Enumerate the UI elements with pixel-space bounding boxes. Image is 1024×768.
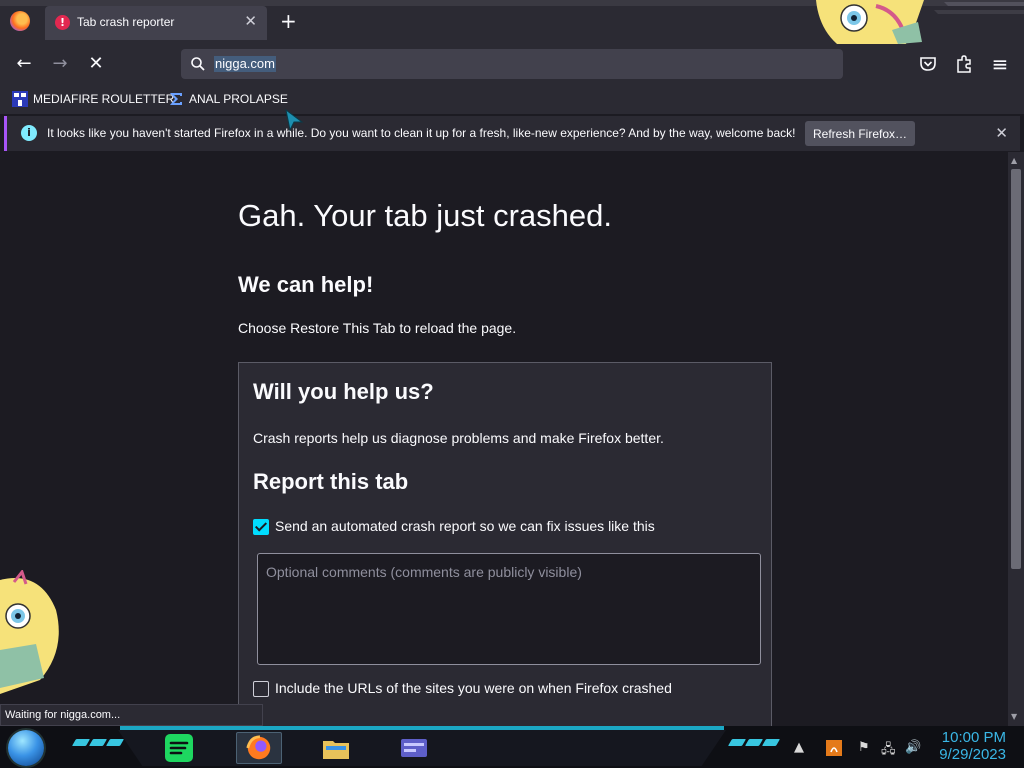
forward-button[interactable]: → <box>48 52 72 76</box>
show-hidden-icons[interactable]: ▲ <box>794 740 804 755</box>
bookmark-label: ANAL PROLAPSE <box>189 92 288 106</box>
firefox-app-icon[interactable] <box>236 732 282 764</box>
notification-message: It looks like you haven't started Firefo… <box>47 126 796 140</box>
report-tab-heading: Report this tab <box>253 469 409 494</box>
taskbar: ▲ ⚑ 🖧 🔊 10:00 PM 9/29/2023 <box>0 726 1024 768</box>
refresh-firefox-button[interactable]: Refresh Firefox… <box>805 121 915 146</box>
system-clock[interactable]: 10:00 PM 9/29/2023 <box>939 729 1006 763</box>
crash-report-card: Will you help us? Crash reports help us … <box>238 362 772 726</box>
page-content: ▲ ▼ Gah. Your tab just crashed. We can h… <box>0 152 1024 726</box>
navigation-toolbar: ← → ✕ nigga.com ≡ <box>0 44 1024 84</box>
menu-button[interactable]: ≡ <box>988 52 1012 76</box>
help-heading: We can help! <box>238 272 374 297</box>
error-icon: ! <box>55 15 70 30</box>
taskbar-decoration <box>727 739 781 747</box>
taskbar-decoration <box>71 739 125 747</box>
scrollbar-thumb[interactable] <box>1011 169 1021 569</box>
extensions-icon[interactable] <box>954 54 974 74</box>
file-explorer-app-icon[interactable] <box>320 732 352 764</box>
tab-crash-reporter[interactable]: ! Tab crash reporter ✕ <box>45 6 267 40</box>
will-you-help-heading: Will you help us? <box>253 379 434 404</box>
sigma-favicon-icon <box>170 93 182 105</box>
stop-button[interactable]: ✕ <box>84 52 108 76</box>
mouse-cursor-icon <box>285 108 304 132</box>
back-button[interactable]: ← <box>12 52 36 76</box>
crash-report-description: Crash reports help us diagnose problems … <box>253 430 664 446</box>
info-icon: i <box>21 125 37 141</box>
spotify-app-icon[interactable] <box>163 732 195 764</box>
comments-textarea[interactable] <box>257 553 761 665</box>
clock-time: 10:00 PM <box>941 729 1006 746</box>
page-title: Gah. Your tab just crashed. <box>238 198 612 233</box>
scroll-down-icon[interactable]: ▼ <box>1011 712 1017 721</box>
control-panel-app-icon[interactable] <box>398 732 430 764</box>
include-urls-label[interactable]: Include the URLs of the sites you were o… <box>275 680 672 696</box>
tab-title: Tab crash reporter <box>77 15 175 29</box>
bookmark-mediafire-rouletter[interactable]: MEDIAFIRE ROULETTER <box>12 90 174 108</box>
scrollbar[interactable]: ▲ ▼ <box>1008 152 1024 726</box>
bookmark-anal-prolapse[interactable]: ANAL PROLAPSE <box>168 90 288 108</box>
character-sticker-left <box>0 570 59 694</box>
tab-close-icon[interactable]: ✕ <box>244 12 257 30</box>
notification-close-icon[interactable]: ✕ <box>995 124 1008 142</box>
include-urls-checkbox[interactable] <box>253 681 269 697</box>
scroll-up-icon[interactable]: ▲ <box>1011 156 1017 165</box>
firefox-logo-icon[interactable] <box>10 11 30 31</box>
clock-date: 9/29/2023 <box>939 746 1006 763</box>
search-icon <box>191 57 205 71</box>
action-center-flag-icon[interactable]: ⚑ <box>858 740 870 755</box>
url-bar[interactable]: nigga.com <box>181 49 843 79</box>
bookmarks-toolbar: MEDIAFIRE ROULETTER ANAL PROLAPSE <box>0 84 1024 114</box>
java-tray-icon[interactable] <box>826 740 842 756</box>
help-text: Choose Restore This Tab to reload the pa… <box>238 320 517 336</box>
status-bar: Waiting for nigga.com... <box>0 704 263 726</box>
bookmark-label: MEDIAFIRE ROULETTER <box>33 92 175 106</box>
refresh-notification-bar: i It looks like you haven't started Fire… <box>4 116 1020 151</box>
mediafire-favicon-icon <box>12 91 28 107</box>
send-report-label[interactable]: Send an automated crash report so we can… <box>275 518 655 534</box>
taskbar-accent-line <box>120 726 724 730</box>
url-text[interactable]: nigga.com <box>214 56 276 72</box>
start-button[interactable] <box>8 730 44 766</box>
new-tab-button[interactable]: + <box>280 10 297 32</box>
volume-icon[interactable]: 🔊 <box>905 740 921 755</box>
pocket-icon[interactable] <box>918 54 938 74</box>
send-report-checkbox[interactable] <box>253 519 269 535</box>
network-icon[interactable]: 🖧 <box>881 740 896 762</box>
